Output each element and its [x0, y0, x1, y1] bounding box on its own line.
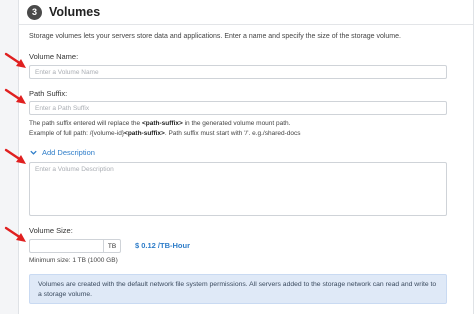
volume-size-input[interactable]	[29, 239, 103, 253]
section-title: Volumes	[49, 5, 101, 19]
annotation-arrow-icon	[4, 88, 26, 104]
volumes-panel: 3 Volumes Storage volumes lets your serv…	[18, 0, 474, 314]
section-description: Storage volumes lets your servers store …	[29, 33, 401, 40]
volume-minimum-size: Minimum size: 1 TB (1000 GB)	[29, 257, 118, 264]
add-description-label: Add Description	[42, 148, 95, 157]
volume-description-textarea[interactable]	[29, 162, 447, 216]
volume-name-input[interactable]	[29, 65, 447, 79]
volume-price: $ 0.12 /TB-Hour	[135, 241, 191, 250]
path-suffix-label: Path Suffix:	[29, 89, 68, 98]
volume-size-label: Volume Size:	[29, 226, 73, 235]
section-header: 3 Volumes	[27, 4, 100, 20]
annotation-arrow-icon	[4, 148, 26, 164]
path-suffix-help-line1: The path suffix entered will replace the…	[29, 120, 291, 127]
volume-name-label: Volume Name:	[29, 52, 79, 61]
volume-size-unit: TB	[103, 239, 121, 253]
path-suffix-input[interactable]	[29, 101, 447, 115]
chevron-down-icon	[30, 150, 37, 155]
add-description-toggle[interactable]: Add Description	[29, 148, 95, 157]
annotation-arrow-icon	[4, 52, 26, 68]
annotation-arrow-icon	[4, 226, 26, 242]
step-badge: 3	[27, 4, 42, 20]
path-suffix-help-line2: Example of full path: /{volume-id}<path-…	[29, 130, 301, 137]
info-notice: Volumes are created with the default net…	[29, 274, 447, 304]
header-divider	[19, 24, 473, 25]
